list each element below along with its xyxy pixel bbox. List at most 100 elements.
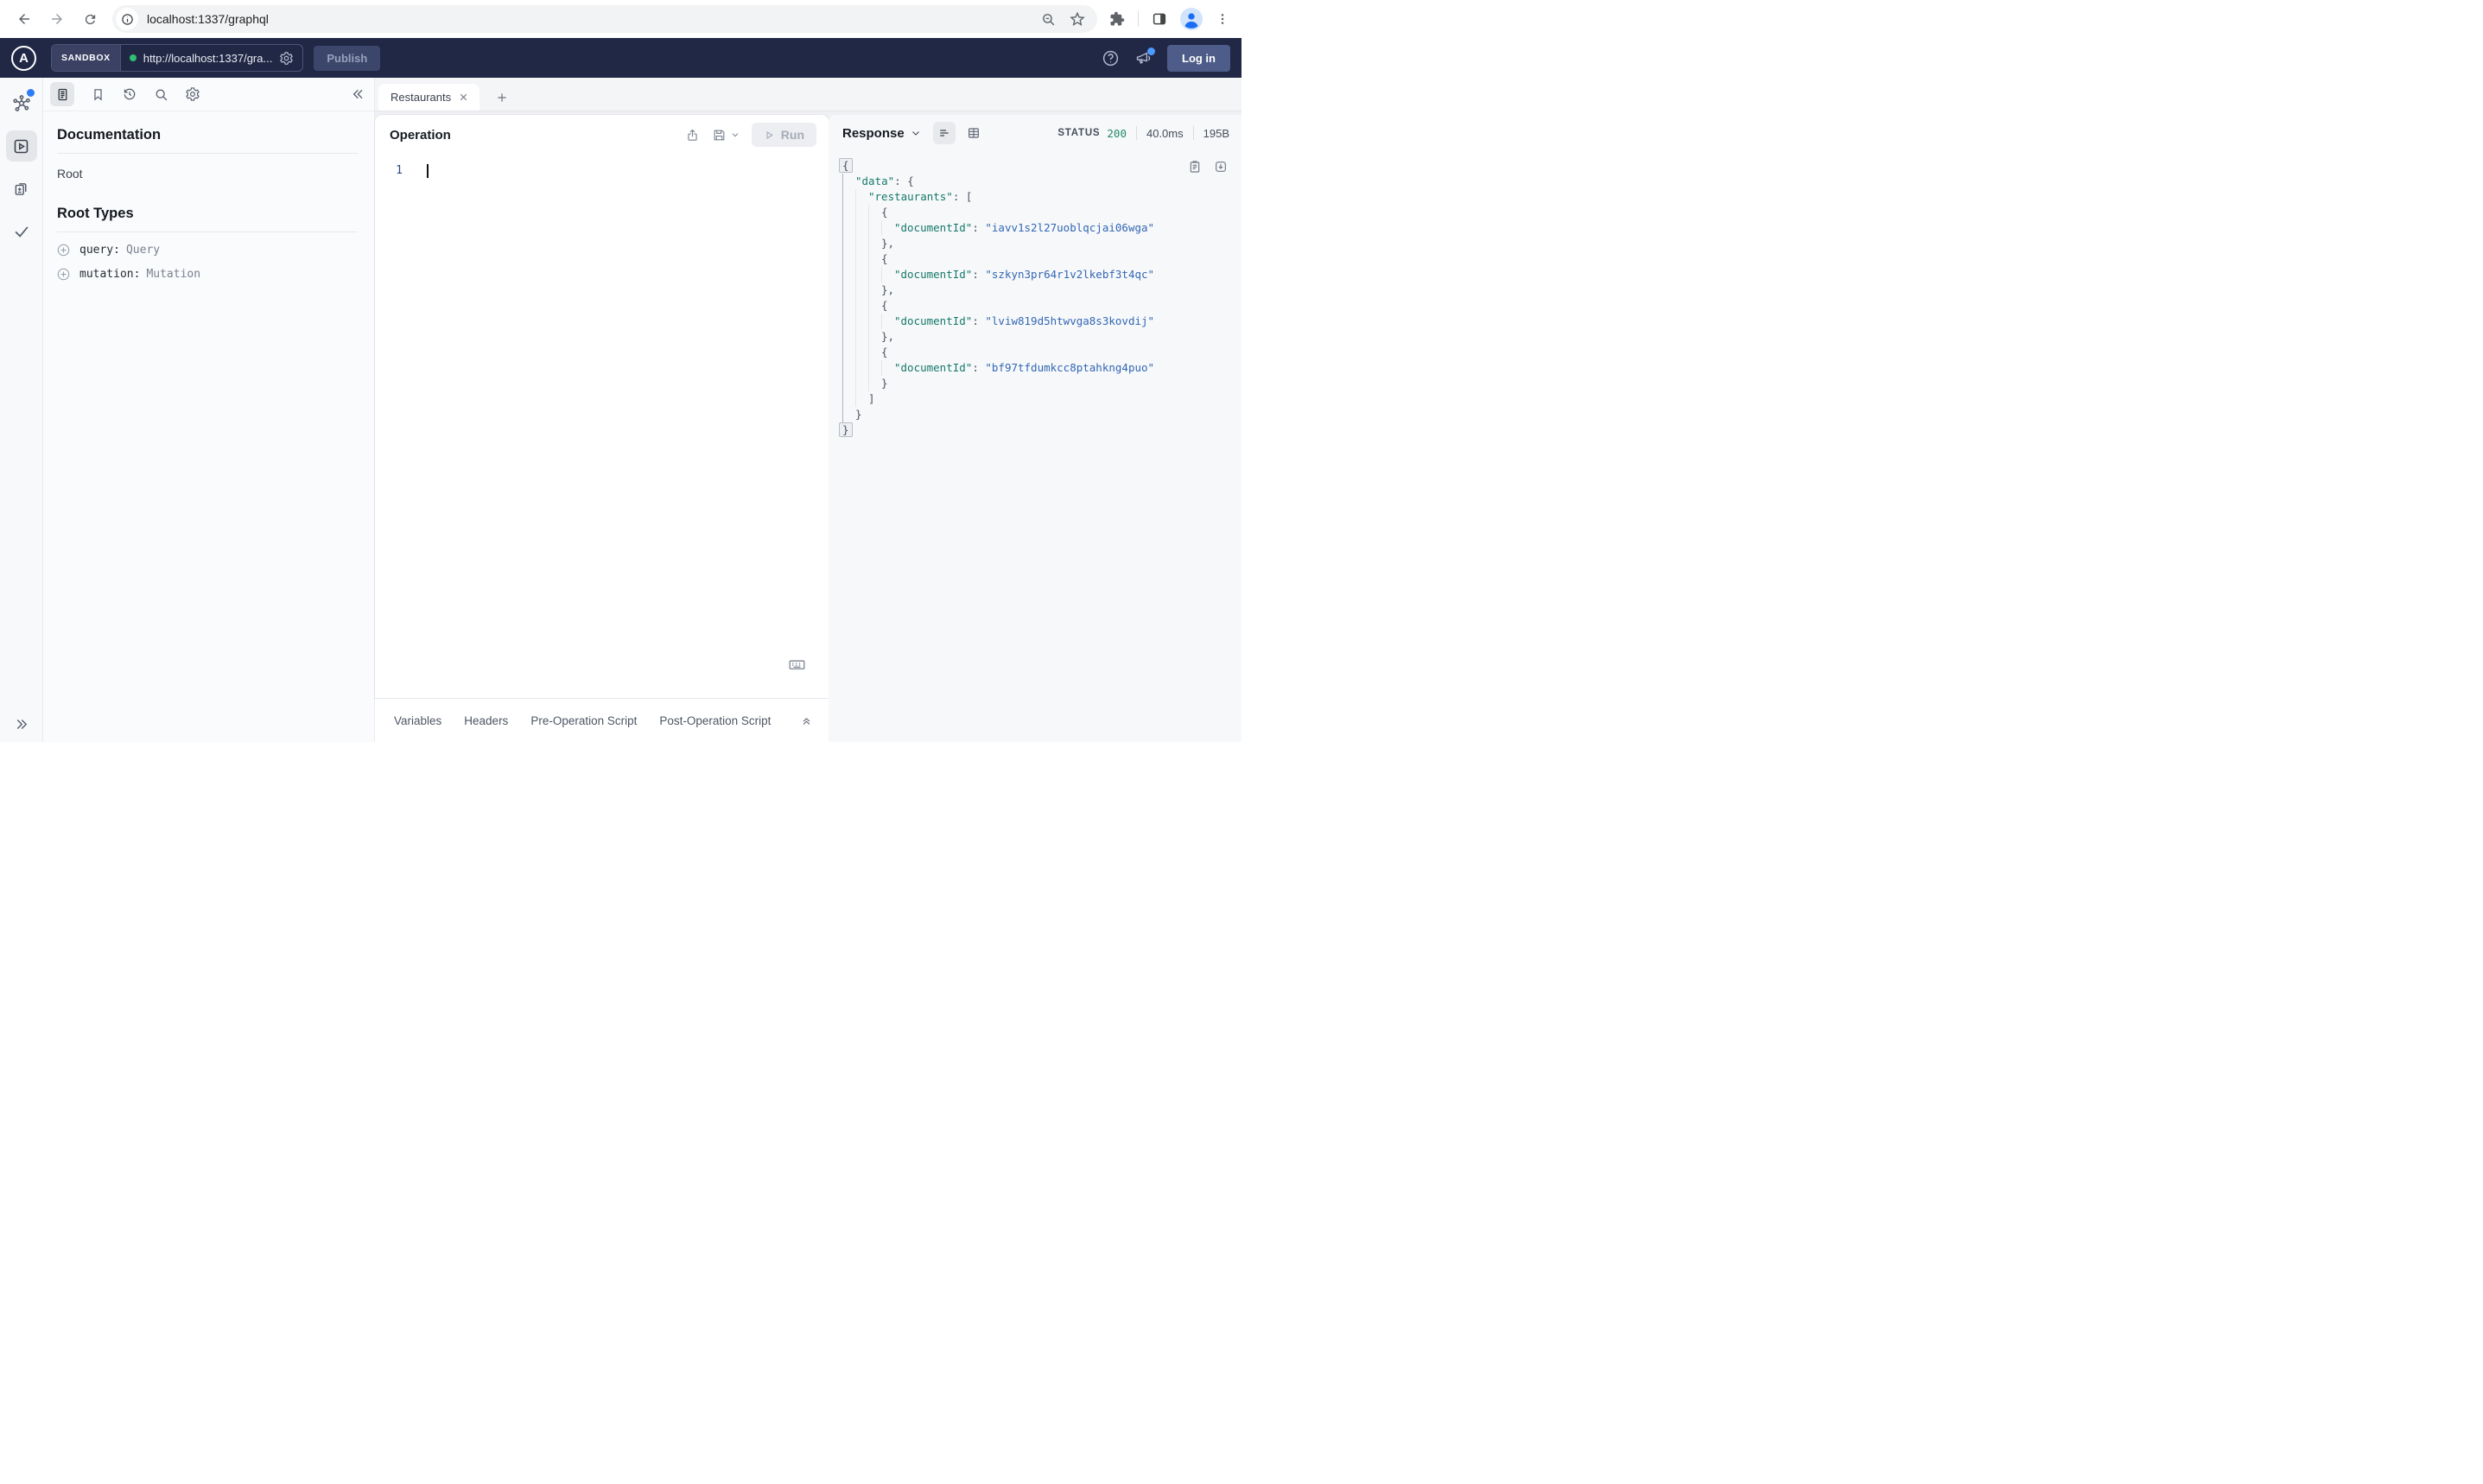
play-icon (766, 130, 773, 139)
new-tab-button[interactable] (495, 91, 509, 105)
bottom-tab-variables[interactable]: Variables (394, 714, 441, 727)
response-json-line: }, (842, 282, 1228, 298)
divider (57, 153, 358, 154)
forward-button[interactable] (45, 7, 69, 31)
bookmark-star-icon[interactable] (1070, 11, 1085, 27)
tab-restaurants[interactable]: Restaurants (378, 84, 479, 111)
response-json-line: "documentId": "szkyn3pr64r1v2lkebf3t4qc" (842, 267, 1228, 282)
site-info-button[interactable] (116, 8, 138, 30)
response-json-line: { (842, 345, 1228, 360)
run-operations-icon (14, 139, 29, 153)
back-button[interactable] (12, 7, 36, 31)
search-icon (156, 89, 168, 100)
sidebar-item-collections[interactable] (6, 173, 37, 204)
reload-button[interactable] (78, 7, 102, 31)
response-json-line: { (842, 205, 1228, 220)
response-title: Response (842, 125, 905, 141)
endpoint-settings-gear-icon[interactable] (279, 51, 294, 66)
tab-settings[interactable] (185, 86, 200, 102)
gear-icon (186, 87, 200, 101)
expand-rail-button[interactable] (0, 717, 42, 732)
save-operation-button[interactable] (712, 128, 740, 143)
text-lines-icon (940, 130, 949, 136)
response-json-line: }, (842, 236, 1228, 251)
operation-editor[interactable]: 1 (375, 155, 829, 698)
publish-button[interactable]: Publish (314, 45, 381, 71)
response-json-line: { (842, 251, 1228, 267)
editor-cursor (427, 164, 429, 178)
documentation-toolbar (43, 78, 374, 111)
download-response-button[interactable] (1214, 160, 1228, 174)
response-json-line: }, (842, 329, 1228, 345)
copy-response-button[interactable] (1188, 160, 1202, 174)
reload-icon (85, 14, 95, 24)
response-json-line: } (842, 376, 1228, 391)
response-json-line: } (842, 407, 1228, 422)
zoom-out-icon[interactable] (1041, 12, 1056, 27)
line-number: 1 (396, 164, 403, 177)
bottom-tab-pre-operation-script[interactable]: Pre-Operation Script (530, 714, 637, 727)
collapse-panel-button[interactable] (352, 87, 365, 101)
browser-toolbar: localhost:1337/graphql (0, 0, 1242, 38)
divider (1135, 126, 1137, 140)
sidebar-item-schema[interactable] (6, 88, 37, 119)
divider (1192, 126, 1194, 140)
apollo-logo[interactable]: A (11, 45, 36, 71)
keyboard-shortcuts-icon[interactable] (788, 656, 806, 674)
response-panel: Response STATUS 200 40.0ms 195B {"data"… (829, 115, 1242, 742)
notification-dot (1147, 47, 1155, 55)
announcements-icon[interactable] (1134, 47, 1155, 67)
view-table-toggle[interactable] (962, 122, 985, 144)
info-icon (121, 13, 133, 25)
menu-kebab-icon[interactable] (1216, 12, 1229, 26)
expand-section-button[interactable] (800, 714, 813, 727)
url-text: localhost:1337/graphql (147, 12, 269, 26)
login-button[interactable]: Log in (1167, 44, 1230, 72)
toolbar-divider (1138, 11, 1139, 27)
address-bar[interactable]: localhost:1337/graphql (112, 5, 1097, 33)
bookmark-icon (94, 88, 102, 100)
sandbox-badge: SANDBOX (52, 45, 121, 71)
chevrons-up-icon (803, 717, 810, 725)
sidebar-item-checks[interactable] (6, 215, 37, 246)
operation-tab-strip: Restaurants (375, 78, 1242, 111)
tab-search[interactable] (154, 87, 168, 102)
documentation-title: Documentation (57, 127, 162, 143)
doc-field-mutation[interactable]: mutation: Mutation (57, 268, 358, 281)
back-icon (19, 14, 29, 24)
profile-avatar[interactable] (1180, 8, 1203, 30)
checkmark-icon (15, 226, 29, 238)
bottom-tab-post-operation-script[interactable]: Post-Operation Script (659, 714, 771, 727)
doc-field-query[interactable]: query: Query (57, 244, 358, 257)
chevrons-right-icon (16, 720, 28, 729)
run-button[interactable]: Run (751, 123, 816, 147)
response-duration: 40.0ms (1146, 126, 1184, 140)
schema-graph-icon (12, 95, 30, 111)
tab-documentation[interactable] (50, 82, 74, 106)
bottom-tab-headers[interactable]: Headers (464, 714, 508, 727)
plus-circle-icon (57, 268, 70, 281)
extensions-icon[interactable] (1109, 11, 1125, 27)
forward-icon (52, 14, 62, 24)
endpoint-url-input[interactable]: http://localhost:1337/gra... (121, 45, 303, 71)
doc-root-link[interactable]: Root (57, 167, 83, 181)
side-panel-icon[interactable] (1152, 11, 1167, 27)
share-operation-button[interactable] (685, 128, 700, 143)
view-raw-toggle[interactable] (932, 122, 956, 144)
notification-dot (26, 89, 35, 97)
editor-bottom-bar: Variables Headers Pre-Operation Script Post… (375, 698, 829, 742)
endpoint-group: SANDBOX http://localhost:1337/gra... (51, 44, 304, 72)
tab-history[interactable] (122, 86, 137, 102)
root-types-list: query: Query mutation: Mutation (57, 244, 358, 281)
response-json-view: {"data": {"restaurants": [{"documentId":… (829, 151, 1242, 742)
close-tab-icon[interactable] (456, 90, 471, 105)
help-icon[interactable] (1102, 49, 1120, 67)
response-dropdown-chevron-icon[interactable] (911, 128, 921, 138)
sidebar-item-operations[interactable] (5, 130, 37, 162)
left-icon-rail (0, 78, 43, 742)
response-json-line: { (839, 158, 1228, 174)
collections-icon (15, 182, 27, 195)
response-json-line: } (839, 422, 1228, 438)
plus-circle-icon (57, 244, 70, 257)
tab-saved-operations[interactable] (91, 87, 105, 102)
